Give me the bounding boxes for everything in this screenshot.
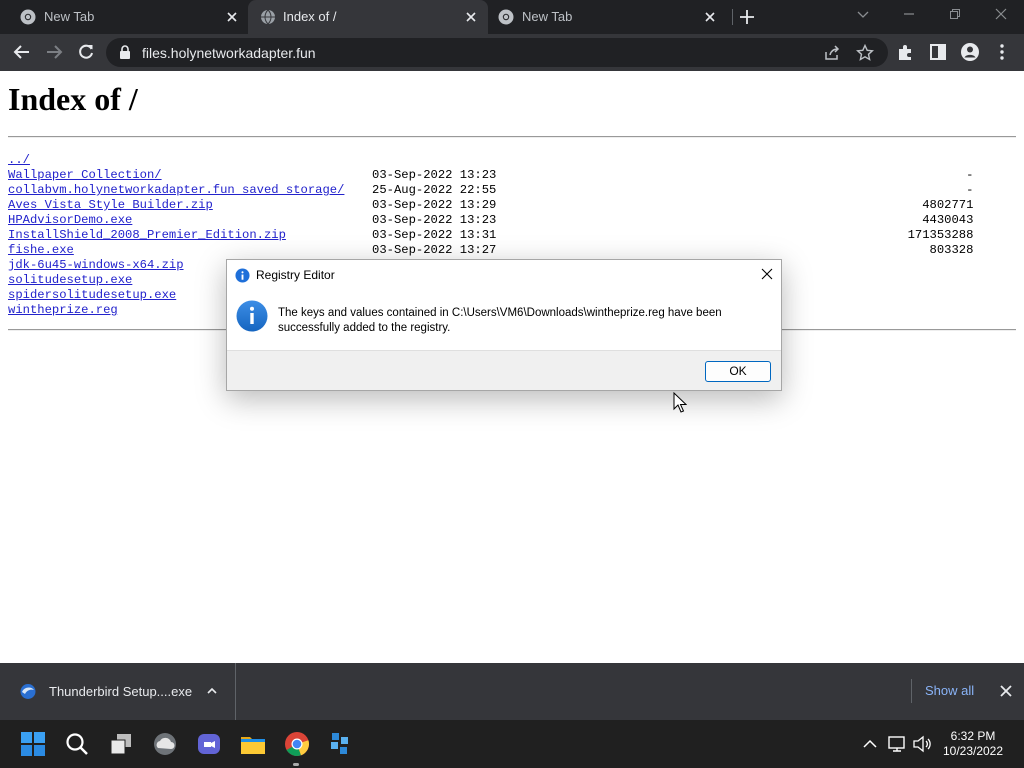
parent-directory-link[interactable]: ../ [8, 153, 30, 167]
divider [911, 679, 912, 703]
file-link[interactable]: solitudesetup.exe [8, 273, 132, 287]
file-link[interactable]: Aves Vista Style Builder.zip [8, 198, 213, 212]
back-arrow-icon[interactable] [12, 42, 32, 62]
clock-date: 10/23/2022 [942, 744, 1004, 758]
tab-new-tab-1[interactable]: New Tab [0, 0, 248, 34]
tab-separator [732, 9, 733, 25]
teams-chat-icon[interactable] [196, 731, 222, 757]
file-date: 03-Sep-2022 13:29 [372, 198, 497, 212]
tab-title: Index of / [283, 9, 337, 24]
file-explorer-icon[interactable] [240, 731, 266, 757]
start-windows-icon[interactable] [20, 731, 46, 757]
file-link[interactable]: InstallShield_2008_Premier_Edition.zip [8, 228, 286, 242]
list-item: Aves Vista Style Builder.zip 03-Sep-2022… [8, 198, 973, 213]
list-item: collabvm.holynetworkadapter.fun saved st… [8, 183, 973, 198]
dialog-close-icon[interactable] [761, 268, 773, 280]
file-date: 03-Sep-2022 13:27 [372, 243, 497, 257]
close-tab-icon[interactable] [463, 9, 479, 25]
tab-index-of[interactable]: Index of / [248, 0, 488, 34]
profile-avatar-icon[interactable] [960, 42, 980, 62]
list-item: ../ [8, 153, 344, 168]
share-icon[interactable] [823, 44, 841, 62]
chrome-icon [20, 9, 36, 25]
network-icon[interactable] [887, 734, 907, 754]
file-date: 25-Aug-2022 22:55 [372, 183, 497, 197]
window-close-icon[interactable] [993, 6, 1009, 22]
search-icon[interactable] [64, 731, 90, 757]
info-icon [236, 300, 268, 332]
file-link[interactable]: spidersolitudesetup.exe [8, 288, 176, 302]
bookmark-star-icon[interactable] [856, 44, 874, 62]
file-size: - [966, 168, 974, 182]
chrome-icon[interactable] [284, 731, 310, 757]
file-size: - [966, 183, 974, 197]
chrome-icon [498, 9, 514, 25]
file-size: 803328 [929, 243, 974, 257]
minimize-icon[interactable] [901, 6, 917, 22]
list-item: Wallpaper Collection/ 03-Sep-2022 13:23 … [8, 168, 973, 183]
side-panel-icon[interactable] [928, 42, 948, 62]
widgets-weather-icon[interactable] [152, 731, 178, 757]
show-all-button[interactable]: Show all [925, 683, 974, 698]
file-link[interactable]: wintheprize.reg [8, 303, 118, 317]
download-item[interactable]: Thunderbird Setup....exe [0, 663, 236, 720]
system-clock[interactable]: 6:32 PM 10/23/2022 [938, 729, 1008, 759]
globe-icon [261, 9, 275, 25]
thunderbird-installer-icon [20, 684, 36, 699]
tab-title: New Tab [44, 9, 95, 24]
tab-title: New Tab [522, 9, 573, 24]
windows-taskbar: 6:32 PM 10/23/2022 [0, 720, 1024, 768]
file-date: 03-Sep-2022 13:23 [372, 168, 497, 182]
clock-time: 6:32 PM [950, 729, 996, 743]
info-icon [235, 268, 250, 283]
dialog-footer: OK [227, 350, 781, 390]
more-menu-icon[interactable] [992, 42, 1012, 62]
browser-toolbar: files.holynetworkadapter.fun [0, 34, 1024, 71]
dialog-message: The keys and values contained in C:\User… [278, 307, 722, 334]
registry-editor-dialog: Registry Editor The keys and values cont… [226, 259, 782, 391]
mouse-cursor-icon [673, 392, 687, 413]
file-link[interactable]: Wallpaper Collection/ [8, 168, 162, 182]
address-bar[interactable]: files.holynetworkadapter.fun [106, 38, 888, 67]
file-date: 03-Sep-2022 13:23 [372, 213, 497, 227]
dialog-title: Registry Editor [256, 268, 335, 282]
file-link[interactable]: fishe.exe [8, 243, 74, 257]
reload-icon[interactable] [76, 42, 96, 62]
tray-chevron-up-icon[interactable] [860, 734, 880, 754]
download-filename: Thunderbird Setup....exe [49, 684, 193, 699]
task-view-icon[interactable] [108, 731, 134, 757]
file-link[interactable]: HPAdvisorDemo.exe [8, 213, 132, 227]
file-link[interactable]: jdk-6u45-windows-x64.zip [8, 258, 184, 272]
list-item: InstallShield_2008_Premier_Edition.zip 0… [8, 228, 973, 243]
tab-new-tab-2[interactable]: New Tab [488, 0, 728, 34]
chevron-up-icon[interactable] [206, 685, 218, 697]
file-link[interactable]: collabvm.holynetworkadapter.fun saved st… [8, 183, 344, 197]
lock-icon[interactable] [118, 45, 132, 60]
close-download-bar-icon[interactable] [1000, 685, 1012, 697]
restore-icon[interactable] [947, 6, 963, 22]
list-item: fishe.exe 03-Sep-2022 13:27 803328 [8, 243, 973, 258]
close-tab-icon[interactable] [224, 9, 240, 25]
registry-editor-icon[interactable] [328, 731, 354, 757]
file-date: 03-Sep-2022 13:31 [372, 228, 497, 242]
file-size: 4430043 [922, 213, 974, 227]
horizontal-rule [8, 136, 1016, 138]
download-bar: Thunderbird Setup....exe Show all [0, 663, 1024, 720]
tab-search-chevron-icon[interactable] [855, 6, 871, 22]
volume-icon[interactable] [912, 734, 932, 754]
page-heading: Index of / [8, 81, 138, 117]
browser-tab-strip: New Tab Index of / New Tab [0, 0, 1024, 34]
new-tab-plus-icon[interactable] [738, 8, 756, 26]
extensions-puzzle-icon[interactable] [896, 42, 916, 62]
list-item: HPAdvisorDemo.exe 03-Sep-2022 13:23 4430… [8, 213, 973, 228]
url-text[interactable]: files.holynetworkadapter.fun [142, 45, 316, 61]
forward-arrow-icon[interactable] [44, 42, 64, 62]
close-tab-icon[interactable] [702, 9, 718, 25]
active-app-indicator [293, 763, 299, 766]
file-size: 171353288 [907, 228, 974, 242]
ok-button[interactable]: OK [705, 361, 771, 382]
file-size: 4802771 [922, 198, 974, 212]
